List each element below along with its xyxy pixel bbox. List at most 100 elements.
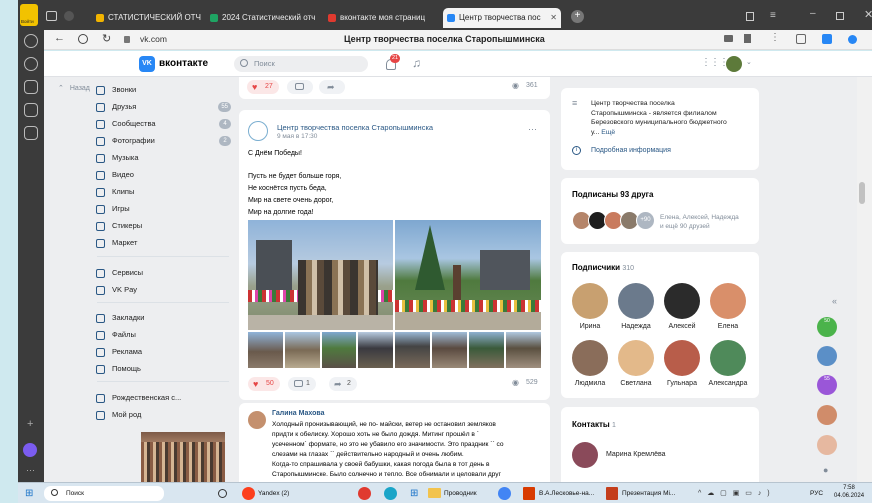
search-input[interactable]: Поиск — [234, 56, 368, 72]
subscriber-avatar[interactable] — [618, 340, 654, 376]
like-button[interactable]: ♥ 50 — [248, 377, 280, 391]
windows-logo-icon[interactable]: ⊞ — [410, 486, 418, 501]
minimize-icon[interactable]: – — [810, 8, 816, 19]
detailed-info-link[interactable]: Подробная информация — [591, 147, 671, 154]
subscriber-avatar[interactable] — [664, 340, 700, 376]
subscribers-title[interactable]: Подписчики 310 — [572, 263, 634, 272]
post-menu-icon[interactable]: ⋯ — [528, 124, 537, 135]
new-tab-button[interactable]: + — [571, 10, 584, 23]
add-panel-icon[interactable]: + — [27, 418, 33, 430]
contact-name[interactable]: Марина Кремлёва — [606, 451, 666, 458]
user-avatar[interactable] — [726, 56, 742, 72]
photo-thumb[interactable] — [506, 332, 541, 368]
subscriber-name[interactable]: Людмила — [570, 380, 610, 387]
chrome-icon[interactable] — [498, 487, 511, 500]
subscriber-avatar[interactable] — [618, 283, 654, 319]
subscriber-name[interactable]: Алексей — [662, 323, 702, 330]
photo-thumb[interactable] — [395, 332, 430, 368]
share-button[interactable]: ➦ — [319, 80, 345, 94]
tab-community[interactable]: Центр творчества пос ✕ — [443, 8, 561, 28]
nav-item-photos[interactable]: Фотографии 2 — [96, 134, 231, 148]
nav-item-friends[interactable]: Друзья 55 — [96, 100, 231, 114]
taskbar-item-powerpoint[interactable]: Презентация Mi... — [606, 486, 675, 501]
notes-icon[interactable] — [24, 80, 38, 94]
taskbar-item-yandex[interactable]: Yandex (2) — [242, 486, 289, 501]
comment-icon[interactable] — [724, 35, 733, 42]
contact-avatar[interactable] — [572, 442, 598, 468]
url-field[interactable]: vk.com — [140, 34, 167, 44]
alice-icon[interactable] — [23, 443, 37, 457]
history-icon[interactable] — [24, 34, 38, 48]
subscriber-name[interactable]: Ирина — [570, 323, 610, 330]
task-view-icon[interactable] — [218, 489, 227, 498]
music-icon[interactable]: ♫ — [412, 56, 421, 70]
chat-icon[interactable] — [24, 126, 38, 140]
tab-statistic-report[interactable]: СТАТИСТИЧЕСКИЙ ОТЧ — [92, 8, 202, 28]
photo-thumb[interactable] — [432, 332, 467, 368]
post-photo-main-1[interactable] — [248, 220, 393, 330]
tab-vk-search[interactable]: вконтакте моя страниц — [324, 8, 439, 28]
vk-extension-icon[interactable] — [822, 34, 832, 44]
close-tab-icon[interactable]: ✕ — [550, 8, 557, 28]
taskbar-item-explorer[interactable]: Проводник — [428, 486, 477, 501]
nav-item-communities[interactable]: Сообщества 4 — [96, 117, 231, 131]
subscriber-avatar[interactable] — [710, 283, 746, 319]
chat-bubble-avatar[interactable] — [817, 346, 837, 366]
comment-author[interactable]: Галина Махова — [272, 410, 325, 417]
chat-bubble-avatar[interactable] — [817, 405, 837, 425]
close-window-icon[interactable]: ✕ — [864, 8, 872, 21]
clock[interactable]: 7:58 04.06.2024 — [834, 484, 864, 499]
subscriber-avatar[interactable] — [572, 340, 608, 376]
keyboard-language[interactable]: РУС — [810, 486, 823, 501]
downloads-icon[interactable] — [848, 35, 857, 44]
about-more-link[interactable]: Ещё — [601, 129, 615, 136]
subscriber-name[interactable]: Светлана — [616, 380, 656, 387]
community-avatar[interactable] — [248, 121, 268, 141]
scrollbar-thumb[interactable] — [859, 182, 865, 204]
back-link[interactable]: ⌃ Назад — [58, 84, 90, 92]
back-icon[interactable]: ← — [54, 32, 65, 44]
collapse-chats-icon[interactable]: « — [832, 296, 837, 306]
photo-thumb[interactable] — [358, 332, 393, 368]
more-dots-icon[interactable]: ⋯ — [26, 465, 35, 476]
reload-icon[interactable]: ↻ — [102, 32, 111, 45]
subscriber-avatar[interactable] — [710, 340, 746, 376]
tab-statistic-2024[interactable]: 2024 Статистический отч — [206, 8, 321, 28]
like-button[interactable]: ♥ 27 — [247, 80, 279, 94]
start-icon[interactable]: ⊞ — [25, 486, 33, 501]
bookmarks-icon[interactable] — [746, 12, 754, 21]
photo-thumb[interactable] — [469, 332, 504, 368]
menu-icon[interactable]: ≡ — [770, 10, 776, 21]
extensions-icon[interactable] — [796, 34, 806, 44]
share-button[interactable]: ➦ 2 — [329, 377, 357, 391]
chevron-down-icon[interactable]: ⌄ — [746, 58, 752, 66]
more-friends-badge[interactable]: +90 — [636, 211, 655, 230]
post-photo-main-2[interactable] — [395, 220, 541, 330]
photo-thumb[interactable] — [285, 332, 320, 368]
comment-button[interactable]: 1 — [288, 377, 316, 391]
photo-thumb[interactable] — [322, 332, 356, 368]
subscriber-name[interactable]: Александра — [704, 380, 752, 387]
commenter-avatar[interactable] — [248, 411, 266, 429]
restore-icon[interactable] — [836, 12, 844, 20]
chat-bubble-avatar[interactable] — [817, 435, 837, 455]
post-author[interactable]: Центр творчества поселка Старопышминска — [277, 123, 433, 132]
tabs-menu-icon[interactable] — [46, 11, 57, 21]
subscriber-name[interactable]: Надежда — [616, 323, 656, 330]
comment-button[interactable] — [287, 80, 313, 94]
sidebar-ad-image[interactable] — [141, 432, 225, 482]
edge-icon[interactable] — [384, 487, 397, 500]
chat-icon[interactable]: ● — [823, 465, 828, 475]
post-date[interactable]: 9 мая в 17:30 — [277, 133, 317, 140]
system-tray-icons[interactable]: ^ ☁ ▢ ▣ ▭ ♪ ) — [698, 486, 772, 501]
photo-thumb[interactable] — [248, 332, 283, 368]
subscriber-avatar[interactable] — [572, 283, 608, 319]
taskbar-item-pdf[interactable]: В.А.Лесковье-на... — [523, 486, 594, 501]
more-icon[interactable]: ⋮ — [770, 32, 780, 43]
calendar-icon[interactable] — [24, 103, 38, 117]
taskbar-search[interactable]: Поиск — [44, 486, 164, 501]
page-scrollbar[interactable] — [857, 77, 872, 482]
apps-grid-icon[interactable]: ⋮⋮⋮ — [701, 57, 729, 68]
chat-bubble-avatar[interactable]: 55 — [817, 375, 837, 395]
friends-subscribed-title[interactable]: Подписаны 93 друга — [572, 190, 653, 199]
